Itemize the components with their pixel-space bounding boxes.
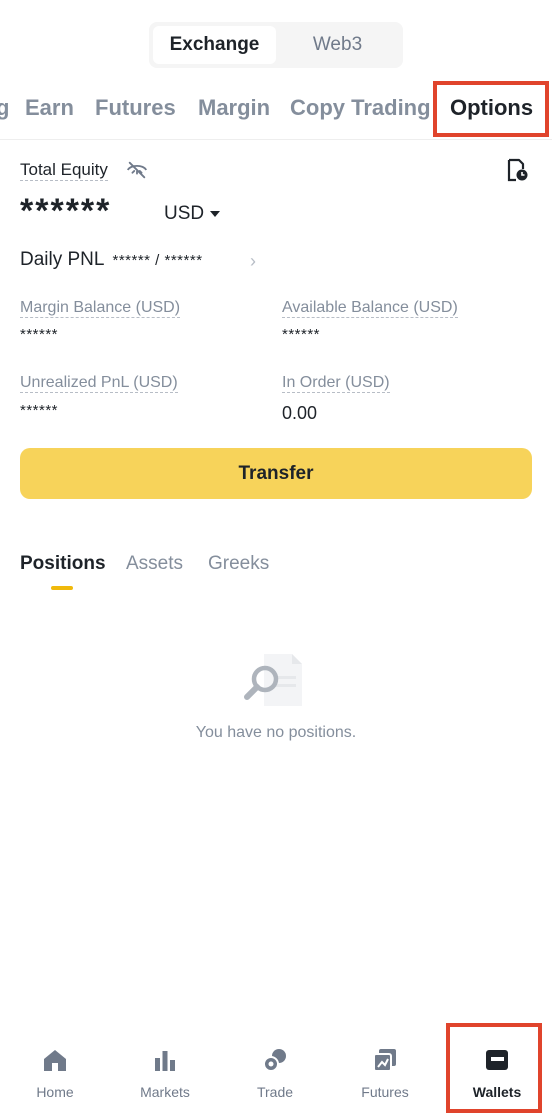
active-tab-indicator <box>51 586 73 590</box>
currency-selector[interactable]: USD <box>164 203 221 225</box>
history-icon[interactable] <box>505 158 529 182</box>
empty-state-message: You have no positions. <box>195 724 357 741</box>
in-order-label[interactable]: In Order (USD) <box>282 374 390 393</box>
segment-exchange[interactable]: Exchange <box>153 26 276 64</box>
tab-partial[interactable]: g <box>0 95 9 121</box>
nav-trade[interactable]: Trade <box>220 1022 330 1120</box>
tab-margin[interactable]: Margin <box>198 95 270 121</box>
tab-earn[interactable]: Earn <box>25 95 74 121</box>
nav-trade-label: Trade <box>256 1084 294 1100</box>
exchange-web3-switch: Exchange Web3 <box>149 22 403 68</box>
nav-markets[interactable]: Markets <box>110 1022 220 1120</box>
caret-down-icon <box>210 211 221 217</box>
total-equity-value: ****** <box>20 192 112 230</box>
unrealized-pnl-value: ****** <box>20 402 59 419</box>
segment-web3[interactable]: Web3 <box>276 26 399 64</box>
tab-copy-trading[interactable]: Copy Trading <box>290 95 431 121</box>
wallets-highlight <box>446 1023 542 1113</box>
transfer-button[interactable]: Transfer <box>20 448 532 499</box>
tab-greeks[interactable]: Greeks <box>208 553 269 575</box>
available-balance-value: ****** <box>282 326 321 343</box>
total-equity-label[interactable]: Total Equity <box>20 160 108 181</box>
currency-label: USD <box>164 203 205 224</box>
tab-futures[interactable]: Futures <box>95 95 176 121</box>
chevron-right-icon[interactable]: › <box>250 251 256 272</box>
tab-assets[interactable]: Assets <box>126 553 183 575</box>
in-order-value: 0.00 <box>282 403 318 423</box>
tab-positions[interactable]: Positions <box>20 553 106 575</box>
hide-balance-icon[interactable] <box>126 159 148 181</box>
options-tab-highlight <box>433 81 549 137</box>
home-icon <box>44 1050 66 1071</box>
nav-futures-label: Futures <box>361 1084 409 1100</box>
daily-pnl[interactable]: Daily PNL ****** / ****** <box>20 249 203 271</box>
margin-balance-label[interactable]: Margin Balance (USD) <box>20 299 181 318</box>
futures-icon <box>373 1049 396 1072</box>
nav-futures[interactable]: Futures <box>330 1022 440 1120</box>
available-balance-label[interactable]: Available Balance (USD) <box>282 299 458 318</box>
nav-markets-label: Markets <box>140 1084 190 1100</box>
trade-icon <box>263 1049 286 1072</box>
nav-home-label: Home <box>36 1084 74 1100</box>
unrealized-pnl-label[interactable]: Unrealized PnL (USD) <box>20 374 178 393</box>
nav-home[interactable]: Home <box>0 1022 110 1120</box>
daily-pnl-value: ****** / ****** <box>112 251 203 269</box>
bar-chart-icon <box>155 1051 175 1071</box>
margin-balance-value: ****** <box>20 326 59 343</box>
daily-pnl-label: Daily PNL <box>20 249 105 270</box>
empty-search-icon <box>244 654 302 706</box>
